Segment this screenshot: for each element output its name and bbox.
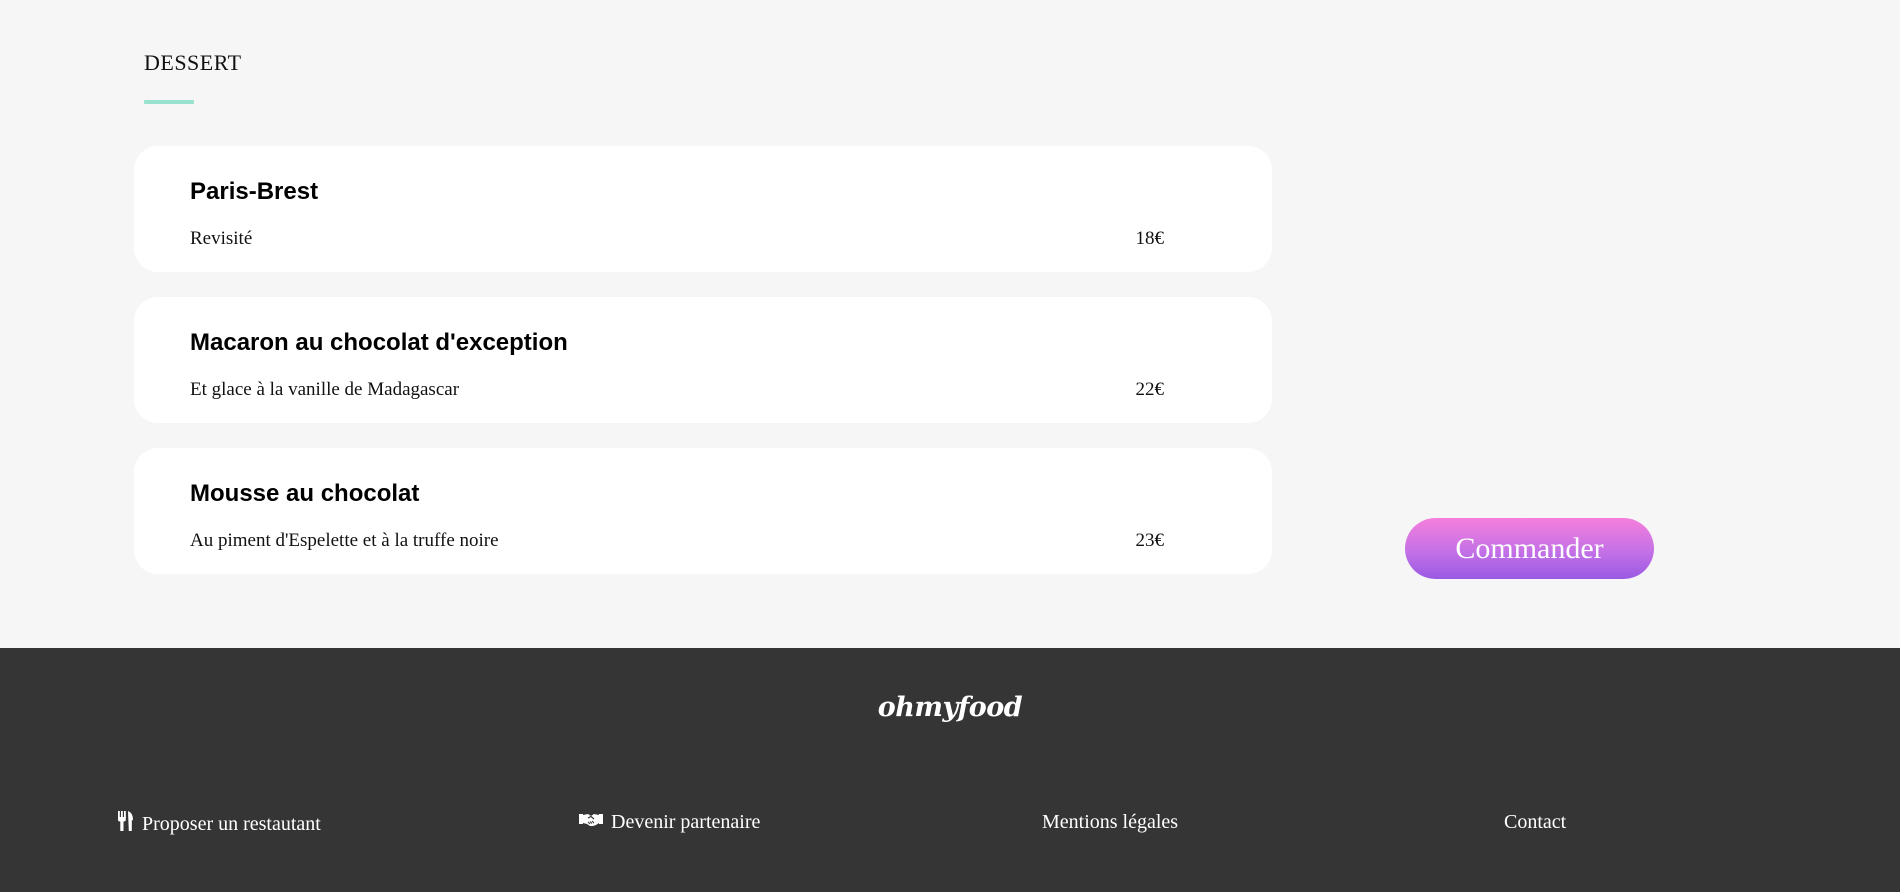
- footer-link-label: Devenir partenaire: [611, 811, 761, 833]
- footer-link-label: Proposer un restautant: [142, 812, 321, 835]
- page: DESSERT Paris-Brest Revisité 18€ Macaron…: [0, 0, 1900, 892]
- dish-description: Au piment d'Espelette et à la truffe noi…: [190, 530, 499, 551]
- dish-list: Paris-Brest Revisité 18€ Macaron au choc…: [134, 146, 1272, 599]
- dish-price: 23€: [1135, 530, 1165, 551]
- utensils-icon: [117, 811, 134, 837]
- section-title: DESSERT: [144, 50, 242, 75]
- footer-link-label: Contact: [1504, 811, 1567, 833]
- footer-link-become-partner[interactable]: Devenir partenaire: [579, 811, 760, 834]
- dish-description: Et glace à la vanille de Madagascar: [190, 379, 460, 400]
- menu-section: DESSERT Paris-Brest Revisité 18€ Macaron…: [0, 0, 1900, 648]
- footer-link-contact[interactable]: Contact: [1504, 811, 1566, 834]
- dish-card[interactable]: Macaron au chocolat d'exception Et glace…: [134, 297, 1272, 423]
- footer: ohmyfood Proposer un restautant Devenir …: [0, 648, 1900, 892]
- order-button[interactable]: Commander: [1405, 518, 1654, 579]
- dish-name: Macaron au chocolat d'exception: [190, 329, 568, 356]
- dish-name: Mousse au chocolat: [190, 480, 420, 507]
- dish-price: 18€: [1135, 228, 1165, 249]
- dish-card[interactable]: Mousse au chocolat Au piment d'Espelette…: [134, 448, 1272, 574]
- handshake-icon: [579, 811, 603, 834]
- footer-link-propose-restaurant[interactable]: Proposer un restautant: [117, 811, 321, 837]
- footer-link-legal-notice[interactable]: Mentions légales: [1042, 811, 1178, 834]
- dish-description: Revisité: [190, 228, 253, 249]
- footer-link-label: Mentions légales: [1042, 811, 1179, 833]
- dish-name: Paris-Brest: [190, 178, 319, 205]
- section-title-underline: [144, 100, 194, 104]
- dish-price: 22€: [1135, 379, 1165, 400]
- footer-logo[interactable]: ohmyfood: [0, 692, 1900, 723]
- dish-card[interactable]: Paris-Brest Revisité 18€: [134, 146, 1272, 272]
